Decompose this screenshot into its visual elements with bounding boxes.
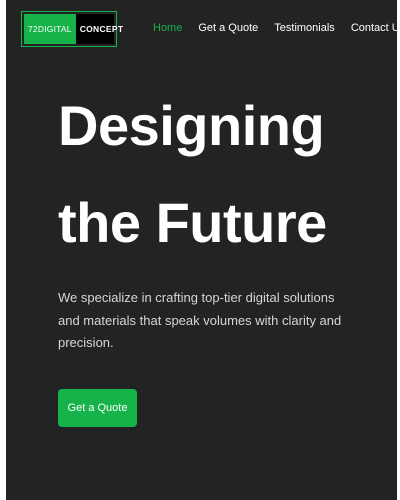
page: 72DIGITAL CONCEPT Home Get a Quote Testi… (6, 0, 397, 500)
brand-logo-part1: 72DIGITAL (24, 14, 76, 44)
nav-item-contact-us[interactable]: Contact Us (351, 22, 397, 34)
hero-headline-line1: Designing (58, 94, 325, 157)
hero-headline-line2: the Future (58, 188, 327, 258)
nav-item-testimonials[interactable]: Testimonials (274, 22, 335, 34)
hero-headline: Designing the Future (58, 88, 327, 258)
brand-logo[interactable]: 72DIGITAL CONCEPT (21, 11, 123, 47)
hero-headline-prefix: the (58, 191, 156, 254)
brand-logo-part2: CONCEPT (79, 24, 124, 34)
get-a-quote-button[interactable]: Get a Quote (58, 389, 137, 427)
hero-headline-highlight: Future (155, 188, 328, 258)
nav-item-get-a-quote[interactable]: Get a Quote (198, 22, 258, 34)
hero-description: We specialize in crafting top-tier digit… (58, 290, 342, 350)
main-nav: Home Get a Quote Testimonials Contact Us (153, 22, 397, 34)
brand-logo-inner: 72DIGITAL CONCEPT (24, 14, 123, 44)
hero-headline-highlight-text: Future (155, 191, 328, 254)
nav-item-home[interactable]: Home (153, 22, 182, 34)
